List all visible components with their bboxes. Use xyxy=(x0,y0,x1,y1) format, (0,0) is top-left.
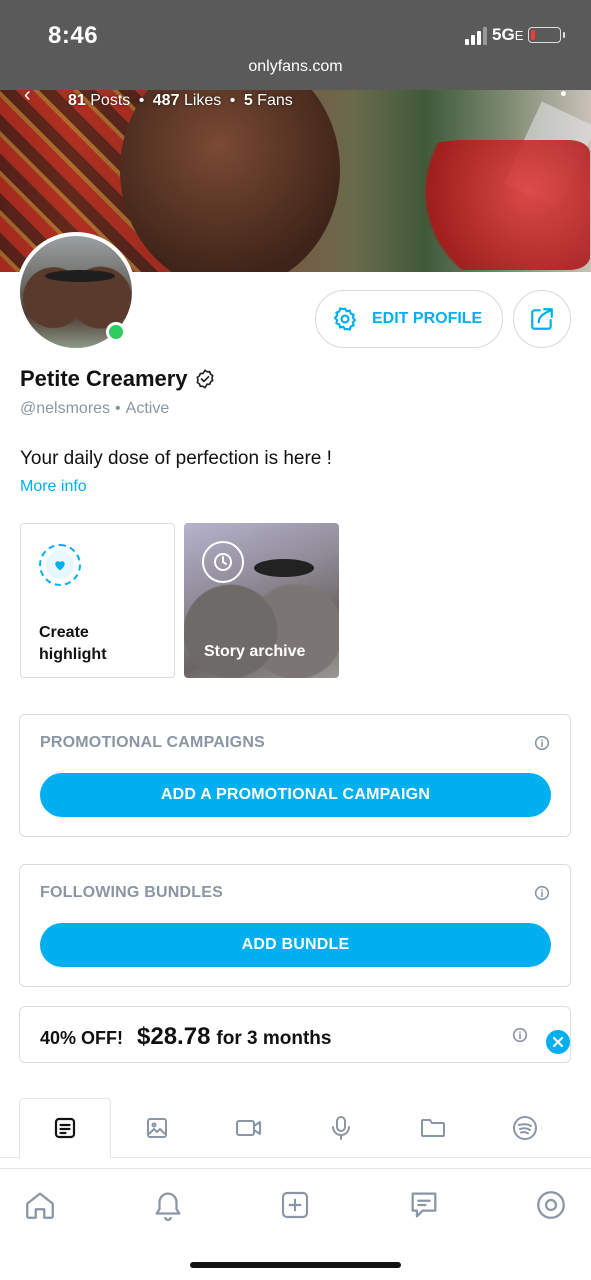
highlight-ring-icon xyxy=(39,544,81,586)
nav-profile[interactable] xyxy=(533,1187,569,1223)
verified-icon xyxy=(196,369,214,389)
profile-bio: Your daily dose of perfection is here ! xyxy=(20,448,332,469)
discount-price: $28.78 xyxy=(137,1023,211,1050)
info-icon[interactable] xyxy=(512,1027,528,1043)
discount-offer: 40% OFF! $28.78 for 3 months xyxy=(19,1006,571,1063)
handle-row: @nelsmores • Active xyxy=(20,400,170,417)
story-archive-card[interactable]: Story archive xyxy=(184,523,339,678)
profile-handle: @nelsmores xyxy=(20,400,111,417)
clock: 8:46 xyxy=(48,22,99,49)
add-post-icon xyxy=(281,1191,309,1219)
archive-clock-icon xyxy=(202,541,244,583)
content-tabs xyxy=(0,1098,591,1159)
tab-spotify[interactable] xyxy=(479,1098,571,1158)
stats-text: 81 Posts • 487 Likes • 5 Fans xyxy=(68,92,293,109)
heart-icon xyxy=(55,561,65,571)
back-chevron-icon[interactable]: ‹ xyxy=(24,84,31,107)
signal-icon xyxy=(465,27,487,45)
promotional-campaigns-panel: PROMOTIONAL CAMPAIGNS ADD A PROMOTIONAL … xyxy=(19,714,571,837)
profile-icon xyxy=(537,1191,565,1219)
add-bundle-button[interactable]: ADD BUNDLE xyxy=(40,923,551,967)
network-indicator: 5GE xyxy=(492,25,524,44)
discount-percent: 40% OFF! xyxy=(40,1028,124,1048)
notifications-icon xyxy=(155,1192,181,1221)
nav-messages[interactable] xyxy=(406,1187,442,1223)
home-icon xyxy=(26,1192,54,1219)
tab-audio[interactable] xyxy=(295,1098,387,1158)
story-archive-label: Story archive xyxy=(204,643,306,660)
name-row: Petite Creamery xyxy=(20,366,216,392)
edit-profile-label: EDIT PROFILE xyxy=(372,310,483,327)
nav-add-post[interactable] xyxy=(277,1187,313,1223)
nav-home[interactable] xyxy=(22,1187,58,1223)
edit-profile-button[interactable]: EDIT PROFILE xyxy=(315,290,503,348)
photos-icon xyxy=(147,1118,167,1138)
following-bundles-panel: FOLLOWING BUNDLES ADD BUNDLE xyxy=(19,864,571,987)
profile-stats: ‹ 81 Posts • 487 Likes • 5 Fans xyxy=(0,84,591,114)
close-icon[interactable] xyxy=(546,1030,570,1054)
more-info-link[interactable]: More info xyxy=(20,478,87,496)
home-indicator[interactable] xyxy=(190,1262,401,1268)
share-icon xyxy=(531,308,553,330)
nav-notifications[interactable] xyxy=(150,1187,186,1223)
activity-status: Active xyxy=(125,400,170,417)
tab-posts[interactable] xyxy=(19,1098,111,1159)
online-status-dot xyxy=(106,322,126,342)
url-bar[interactable]: onlyfans.com xyxy=(0,58,591,76)
tab-photos[interactable] xyxy=(111,1098,203,1158)
battery-icon xyxy=(528,27,565,43)
audio-icon xyxy=(332,1116,350,1140)
gear-icon xyxy=(333,307,357,331)
tab-videos[interactable] xyxy=(203,1098,295,1158)
add-promotional-campaign-button[interactable]: ADD A PROMOTIONAL CAMPAIGN xyxy=(40,773,551,817)
more-menu-icon[interactable] xyxy=(561,91,566,96)
posts-icon xyxy=(54,1117,76,1139)
folder-icon xyxy=(421,1119,445,1137)
share-button[interactable] xyxy=(513,290,571,348)
info-icon[interactable] xyxy=(534,735,550,751)
create-highlight-card[interactable]: Create highlight xyxy=(20,523,175,678)
spotify-icon xyxy=(513,1116,537,1140)
tab-folders[interactable] xyxy=(387,1098,479,1158)
promotional-campaigns-title: PROMOTIONAL CAMPAIGNS xyxy=(40,734,265,751)
create-highlight-label: Create highlight xyxy=(39,624,107,663)
messages-icon xyxy=(411,1192,437,1218)
videos-icon xyxy=(236,1120,261,1136)
info-icon[interactable] xyxy=(534,885,550,901)
following-bundles-title: FOLLOWING BUNDLES xyxy=(40,884,223,901)
profile-name: Petite Creamery xyxy=(20,366,188,391)
status-bar: 8:46 5GE onlyfans.com xyxy=(0,0,591,90)
discount-term: for 3 months xyxy=(216,1028,332,1049)
